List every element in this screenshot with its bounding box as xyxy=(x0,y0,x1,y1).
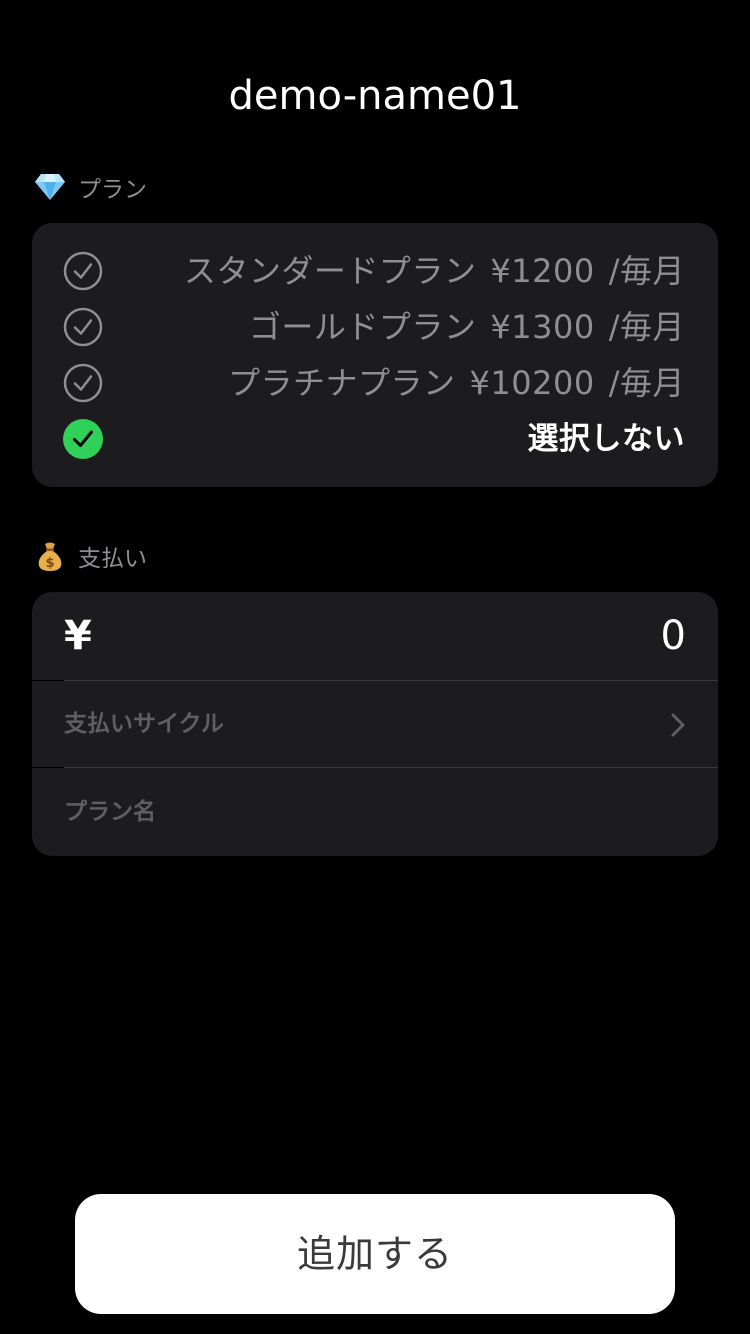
plan-option-gold[interactable]: ゴールドプラン ¥1300/毎月 xyxy=(32,299,718,355)
check-circle-filled-icon xyxy=(63,419,103,459)
check-circle-icon xyxy=(63,363,103,403)
currency-symbol: ¥ xyxy=(64,613,92,659)
plan-option-label: スタンダードプラン ¥1200/毎月 xyxy=(183,252,685,290)
plan-section-title: プラン xyxy=(78,177,147,203)
plan-option-standard[interactable]: スタンダードプラン ¥1200/毎月 xyxy=(32,243,718,299)
payment-section-header: $ 支払い xyxy=(34,538,147,574)
check-circle-icon xyxy=(63,251,103,291)
payment-cycle-label: 支払いサイクル xyxy=(64,711,224,737)
plan-option-label: 選択しない xyxy=(527,421,685,457)
page-title: demo-name01 xyxy=(228,73,522,119)
add-button[interactable]: 追加する xyxy=(75,1194,675,1314)
amount-field[interactable]: ¥ 0 xyxy=(32,592,718,680)
amount-value: 0 xyxy=(660,613,686,659)
chevron-right-icon xyxy=(671,713,685,737)
plan-option-label: ゴールドプラン ¥1300/毎月 xyxy=(248,308,685,346)
plan-name-row xyxy=(32,768,718,856)
svg-text:$: $ xyxy=(45,556,54,571)
payment-section-title: 支払い xyxy=(78,546,147,572)
plan-list-card: スタンダードプラン ¥1200/毎月 ゴールドプラン ¥1300/毎月 プラチナプラ… xyxy=(32,223,718,487)
plan-option-platinum[interactable]: プラチナプラン ¥10200/毎月 xyxy=(32,355,718,411)
check-circle-icon xyxy=(63,307,103,347)
money-bag-icon: $ xyxy=(34,540,66,572)
plan-section-header: プラン xyxy=(34,169,147,205)
plan-name-input[interactable] xyxy=(64,768,684,856)
plan-option-none[interactable]: 選択しない xyxy=(32,411,718,467)
payment-cycle-row[interactable]: 支払いサイクル xyxy=(32,681,718,767)
diamond-icon xyxy=(34,171,66,203)
plan-option-label: プラチナプラン ¥10200/毎月 xyxy=(228,364,685,402)
